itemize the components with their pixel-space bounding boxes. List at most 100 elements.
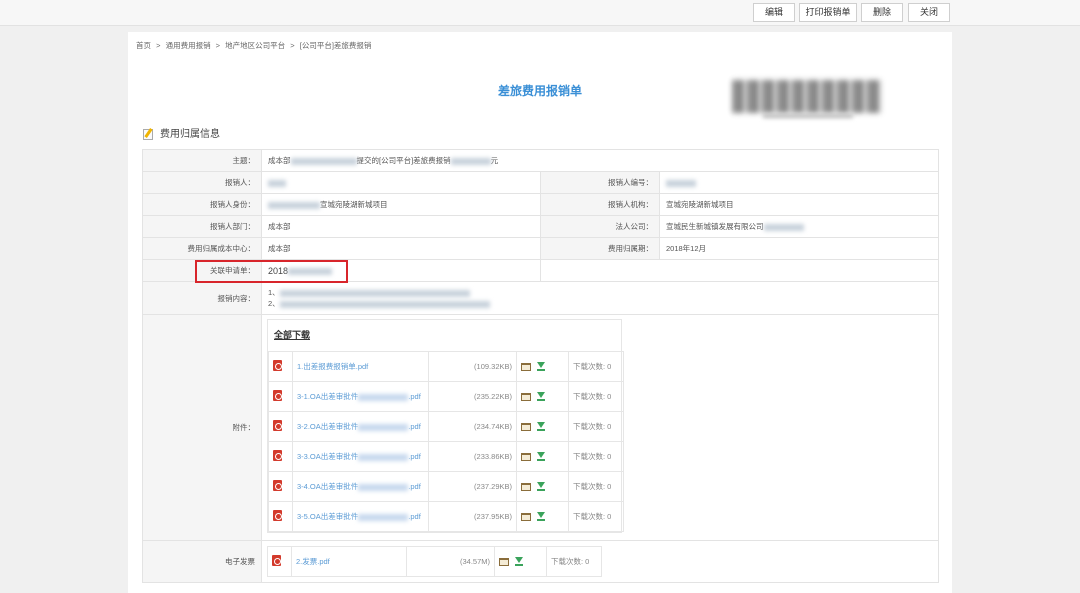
claimant-value [261, 171, 541, 194]
barcode [733, 80, 881, 113]
id-value-text: 宣城宛陵湖新城项目 [320, 200, 388, 209]
empty-cell [539, 259, 940, 282]
file-name-cell: 3-2.OA出差审批件 .pdf [292, 411, 429, 442]
edit-button[interactable]: 编辑 [753, 3, 795, 22]
id-value: 宣城宛陵湖新城项目 [261, 193, 541, 216]
file-link[interactable]: 3-2.OA出差审批件 .pdf [297, 422, 421, 431]
download-icon[interactable] [515, 557, 523, 567]
subject-label: 主题： [142, 149, 262, 172]
file-size: (234.74KB) [428, 411, 517, 442]
file-size: (237.29KB) [428, 471, 517, 502]
pdf-icon-cell [268, 411, 293, 442]
file-actions [516, 471, 569, 502]
delete-button[interactable]: 删除 [861, 3, 903, 22]
breadcrumb-regional-platform[interactable]: 地产地区公司平台 [225, 41, 285, 50]
file-size: (233.86KB) [428, 441, 517, 472]
file-link[interactable]: 3-5.OA出差审批件 .pdf [297, 512, 421, 521]
download-icon[interactable] [537, 422, 545, 432]
company-value: 宣城民生新城镇发展有限公司 [658, 215, 940, 238]
file-actions [516, 441, 569, 472]
table-row: 报销人身份： 宣城宛陵湖新城项目 报销人机构： 宣城宛陵湖新城项目 [142, 193, 940, 216]
claimant-no-label: 报销人编号： [540, 171, 660, 194]
pdf-icon [273, 450, 282, 461]
subject-suffix: 元 [490, 156, 499, 165]
breadcrumb-separator: > [290, 41, 295, 50]
file-size: (235.22KB) [428, 381, 517, 412]
pdf-icon [273, 480, 282, 491]
file-size: (34.57M) [406, 546, 495, 577]
table-row: 费用归属成本中心： 成本部 费用归属期： 2018年12月 [142, 237, 940, 260]
file-name: 3-3.OA出差审批件 [297, 452, 359, 461]
preview-icon[interactable] [521, 392, 531, 401]
content-value: 1、 2、 [260, 281, 940, 315]
download-count: 下载次数: 0 [568, 471, 624, 502]
download-all-link[interactable]: 全部下载 [268, 320, 621, 351]
download-icon[interactable] [537, 452, 545, 462]
pdf-icon-cell [268, 471, 293, 502]
preview-icon[interactable] [499, 557, 509, 566]
pdf-icon [272, 555, 281, 566]
company-label: 法人公司： [540, 215, 660, 238]
preview-icon[interactable] [521, 482, 531, 491]
print-button[interactable]: 打印报销单 [799, 3, 857, 22]
file-link[interactable]: 3-3.OA出差审批件 .pdf [297, 452, 421, 461]
download-icon[interactable] [537, 392, 545, 402]
period-value: 2018年12月 [658, 237, 940, 260]
file-name-cell: 3-4.OA出差审批件 .pdf [292, 471, 429, 502]
table-row: 电子发票 2.发票.pdf (34.57M) 下载次数: 0 [142, 540, 940, 583]
pdf-icon-cell [268, 351, 293, 382]
content-line-1: 1、 [268, 288, 280, 297]
preview-icon[interactable] [521, 512, 531, 521]
file-link[interactable]: 3-1.OA出差审批件 .pdf [297, 392, 421, 401]
file-link[interactable]: 3-4.OA出差审批件 .pdf [297, 482, 421, 491]
attachment-list: 1.出差报费报销单.pdf (109.32KB) 下载次数: 0 3-1.OA出… [268, 351, 624, 532]
file-name-cell: 1.出差报费报销单.pdf [292, 351, 429, 382]
redacted-text [279, 300, 490, 308]
content-label: 报销内容： [142, 281, 262, 315]
download-icon[interactable] [537, 362, 545, 372]
table-row: 报销人： 报销人编号： [142, 171, 940, 194]
redacted-text [268, 179, 286, 187]
preview-icon[interactable] [521, 452, 531, 461]
list-item: 3-2.OA出差审批件 .pdf (234.74KB) 下载次数: 0 [268, 411, 624, 442]
pdf-icon-cell [267, 546, 292, 577]
breadcrumb-current: [公司平台]差旅费报销 [299, 41, 372, 50]
file-actions [516, 411, 569, 442]
redacted-text [279, 289, 470, 297]
table-row: 附件： 全部下载 1.出差报费报销单.pdf (109.32KB) 下载次数: … [142, 314, 940, 541]
table-row: 主题： 成本部 提交的[公司平台]差旅费报销 元 [142, 149, 940, 172]
file-link[interactable]: 1.出差报费报销单.pdf [297, 362, 368, 371]
file-name-cell: 3-1.OA出差审批件 .pdf [292, 381, 429, 412]
file-ext: .pdf [408, 452, 421, 461]
file-actions [516, 381, 569, 412]
breadcrumb-general-expense[interactable]: 通用费用报销 [166, 41, 211, 50]
redacted-text [358, 483, 409, 491]
file-link[interactable]: 2.发票.pdf [296, 557, 330, 566]
close-button[interactable]: 关闭 [908, 3, 950, 22]
download-count: 下载次数: 0 [568, 441, 624, 472]
list-item: 1.出差报费报销单.pdf (109.32KB) 下载次数: 0 [268, 351, 624, 382]
breadcrumb-home[interactable]: 首页 [136, 41, 151, 50]
table-row: 报销内容： 1、 2、 [142, 281, 940, 315]
main-panel: 首页 > 通用费用报销 > 地产地区公司平台 > [公司平台]差旅费报销 差旅费… [128, 32, 952, 593]
file-ext: .pdf [408, 392, 421, 401]
claimant-label: 报销人： [142, 171, 262, 194]
top-toolbar: 编辑 打印报销单 删除 关闭 [0, 0, 1080, 26]
file-actions [516, 351, 569, 382]
file-name-cell: 3-3.OA出差审批件 .pdf [292, 441, 429, 472]
download-icon[interactable] [537, 512, 545, 522]
preview-icon[interactable] [521, 422, 531, 431]
pdf-icon [273, 510, 282, 521]
download-icon[interactable] [537, 482, 545, 492]
info-table: 主题： 成本部 提交的[公司平台]差旅费报销 元 报销人： 报销人编号： 报销人身份… [142, 149, 940, 583]
pdf-icon-cell [268, 501, 293, 532]
pdf-icon-cell [268, 381, 293, 412]
preview-icon[interactable] [521, 362, 531, 371]
claimant-no-value [658, 171, 940, 194]
content-line-2: 2、 [268, 299, 280, 308]
table-row: 报销人部门： 成本部 法人公司： 宣城民生新城镇发展有限公司 [142, 215, 940, 238]
redacted-text [666, 179, 696, 187]
download-count: 下载次数: 0 [568, 381, 624, 412]
file-size: (109.32KB) [428, 351, 517, 382]
breadcrumb-separator: > [156, 41, 161, 50]
